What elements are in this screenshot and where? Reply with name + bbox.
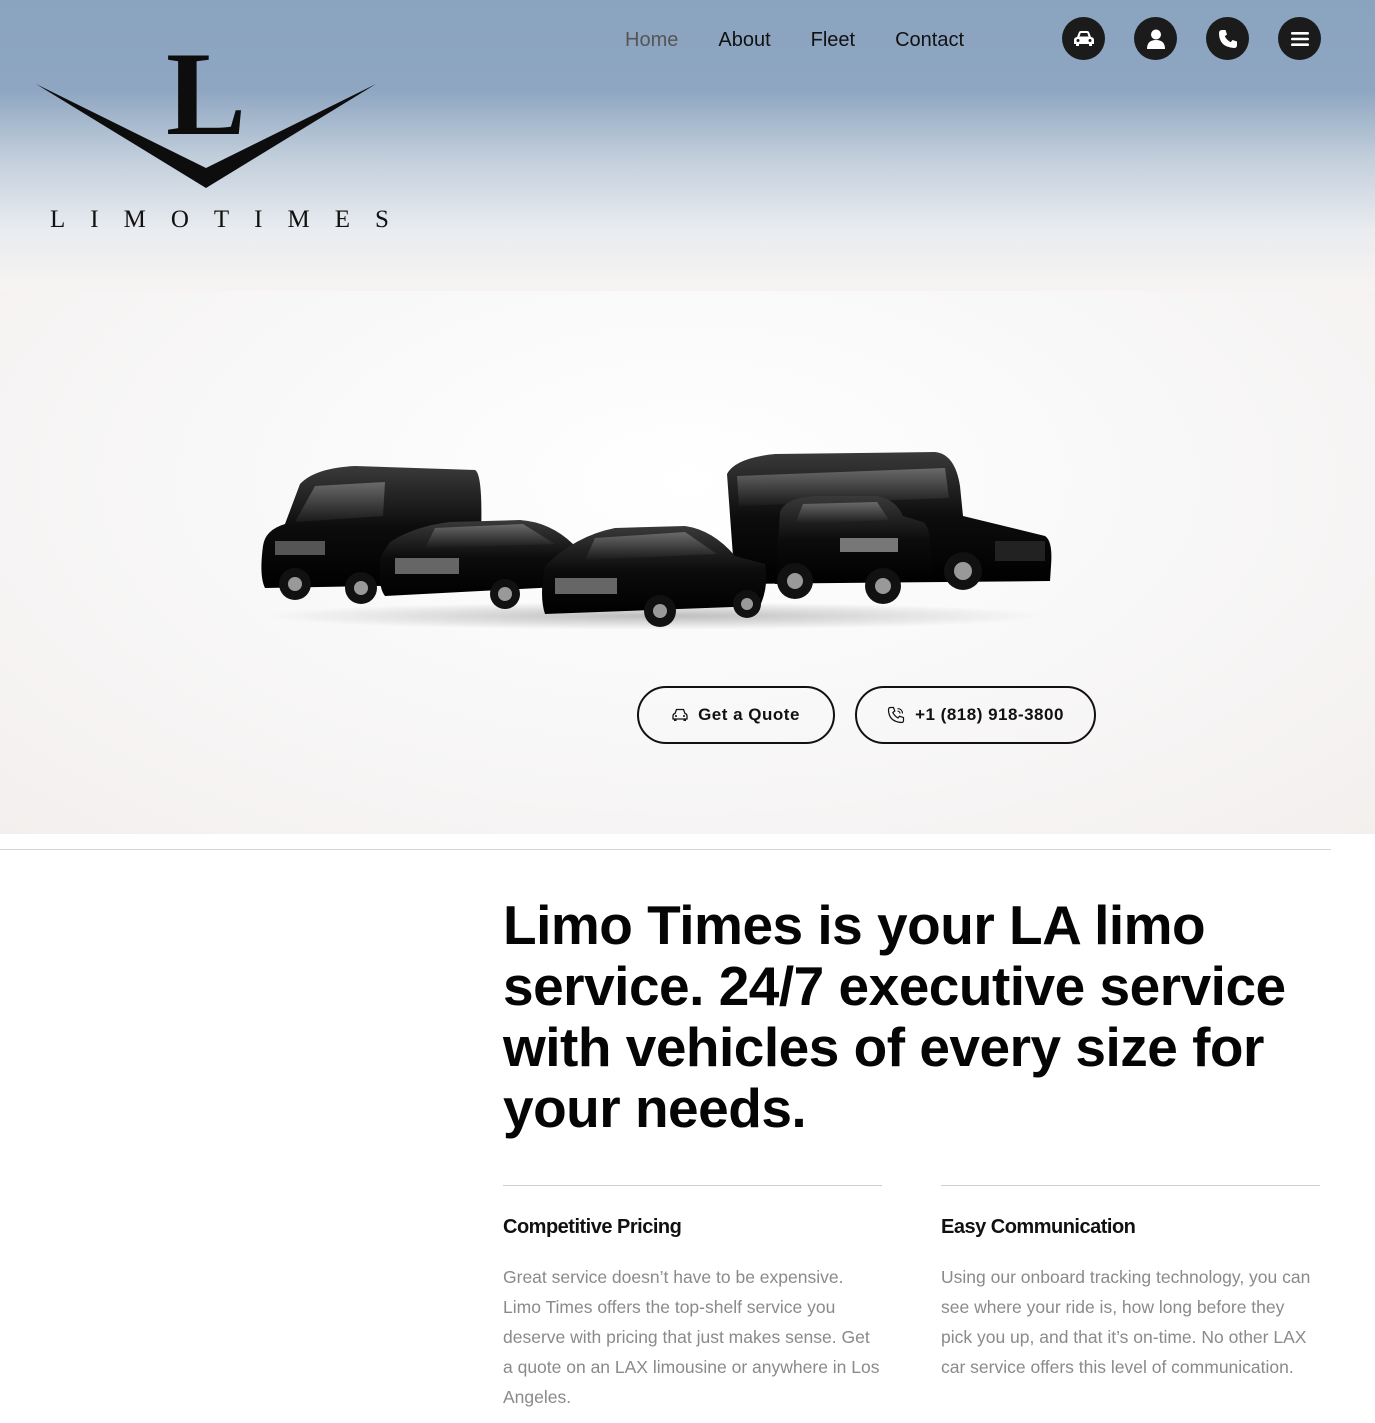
phone-icon [1218,29,1237,48]
nav-about[interactable]: About [718,27,770,53]
menu-icon-button[interactable] [1278,17,1321,60]
main-nav: Home About Fleet Contact [625,27,1004,53]
logo-wordmark: LIMOTIMES [50,206,414,233]
car-icon-button[interactable] [1062,17,1105,60]
phone-number-label: +1 (818) 918-3800 [915,705,1064,724]
site-header: L LIMOTIMES Home About Fleet Contact [0,0,1375,291]
nav-home[interactable]: Home [625,27,678,53]
svg-text:L: L [166,36,246,160]
menu-icon [1290,31,1309,46]
get-quote-label: Get a Quote [698,705,800,724]
feature-easy-communication: Easy Communication Using our onboard tra… [941,1185,1320,1382]
limotimes-logo[interactable]: L LIMOTIMES [34,36,414,236]
phone-number-button[interactable]: +1 (818) 918-3800 [855,686,1096,744]
feature-text: Great service doesn’t have to be expensi… [503,1267,880,1407]
feature-text: Using our onboard tracking technology, y… [941,1267,1311,1377]
user-icon [1146,29,1165,49]
call-icon-button[interactable] [1206,17,1249,60]
account-icon-button[interactable] [1134,17,1177,60]
nav-fleet[interactable]: Fleet [811,27,855,53]
get-quote-button[interactable]: Get a Quote [637,686,835,744]
section-divider [0,849,1331,850]
fleet-vehicles-image [261,452,1052,630]
phone-outline-icon [887,706,905,724]
car-outline-icon [672,708,688,721]
feature-competitive-pricing: Competitive Pricing Great service doesn’… [503,1185,882,1412]
feature-title: Competitive Pricing [503,1216,682,1238]
logo-mark: L [36,36,376,188]
car-icon [1073,30,1094,46]
feature-title: Easy Communication [941,1216,1136,1238]
hero-section: Get a Quote +1 (818) 918-3800 [0,291,1375,834]
nav-contact[interactable]: Contact [895,27,964,53]
main-headline: Limo Times is your LA limo service. 24/7… [503,894,1286,1139]
